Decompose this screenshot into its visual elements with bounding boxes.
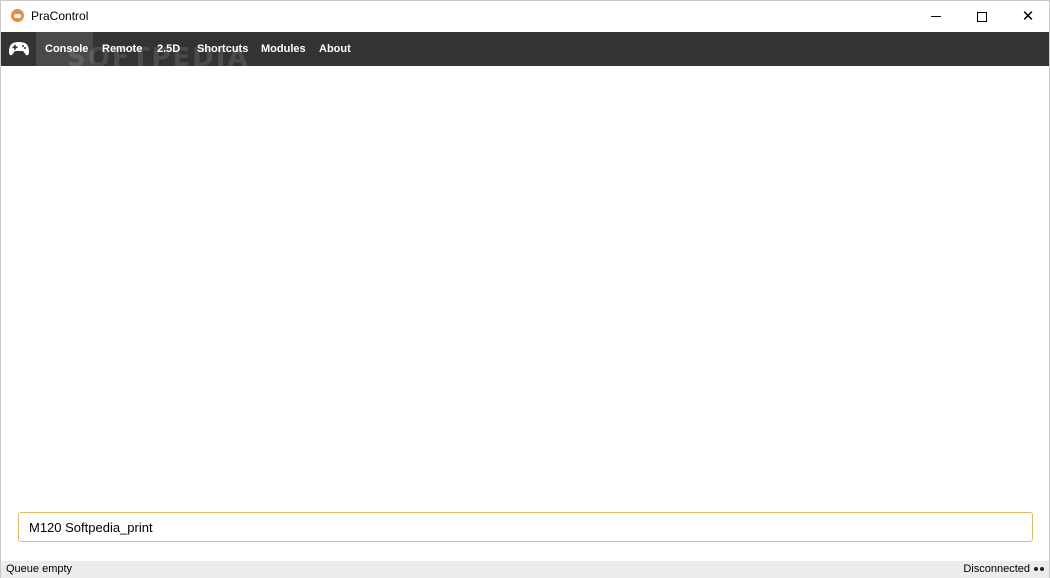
connection-indicator-icon (1034, 567, 1044, 571)
tab-about[interactable]: About (310, 32, 360, 66)
console-output (1, 66, 1049, 561)
tab-2-5d-label: 2.5D (157, 43, 181, 55)
queue-status: Queue empty (6, 563, 73, 575)
maximize-icon (977, 11, 987, 22)
tab-console[interactable]: Console (36, 32, 93, 66)
title-bar: PraControl ✕ (1, 1, 1049, 32)
close-icon: ✕ (1021, 7, 1035, 25)
tab-about-label: About (319, 43, 351, 55)
tab-console-label: Console (45, 43, 89, 55)
nav-bar: Console Remote 2.5D Shortcuts Modules Ab… (1, 32, 1049, 66)
tab-modules-label: Modules (261, 43, 306, 55)
tab-modules[interactable]: Modules (252, 32, 315, 66)
status-bar: Queue empty Disconnected (1, 561, 1049, 578)
tab-remote-label: Remote (102, 43, 143, 55)
close-button[interactable]: ✕ (1005, 1, 1050, 32)
tab-shortcuts-label: Shortcuts (197, 43, 249, 55)
connection-status-label: Disconnected (963, 563, 1030, 575)
gamepad-icon[interactable] (1, 32, 36, 66)
command-input[interactable] (18, 512, 1033, 542)
maximize-button[interactable] (959, 1, 1005, 32)
minimize-icon (931, 16, 941, 17)
minimize-button[interactable] (913, 1, 959, 32)
tab-shortcuts[interactable]: Shortcuts (188, 32, 257, 66)
tab-2-5d[interactable]: 2.5D (148, 32, 189, 66)
window-title: PraControl (31, 9, 89, 23)
app-window: PraControl ✕ Console Remote 2.5D Shortcu… (0, 0, 1050, 578)
connection-status: Disconnected (963, 563, 1044, 575)
tab-remote[interactable]: Remote (93, 32, 151, 66)
app-icon (11, 9, 24, 22)
